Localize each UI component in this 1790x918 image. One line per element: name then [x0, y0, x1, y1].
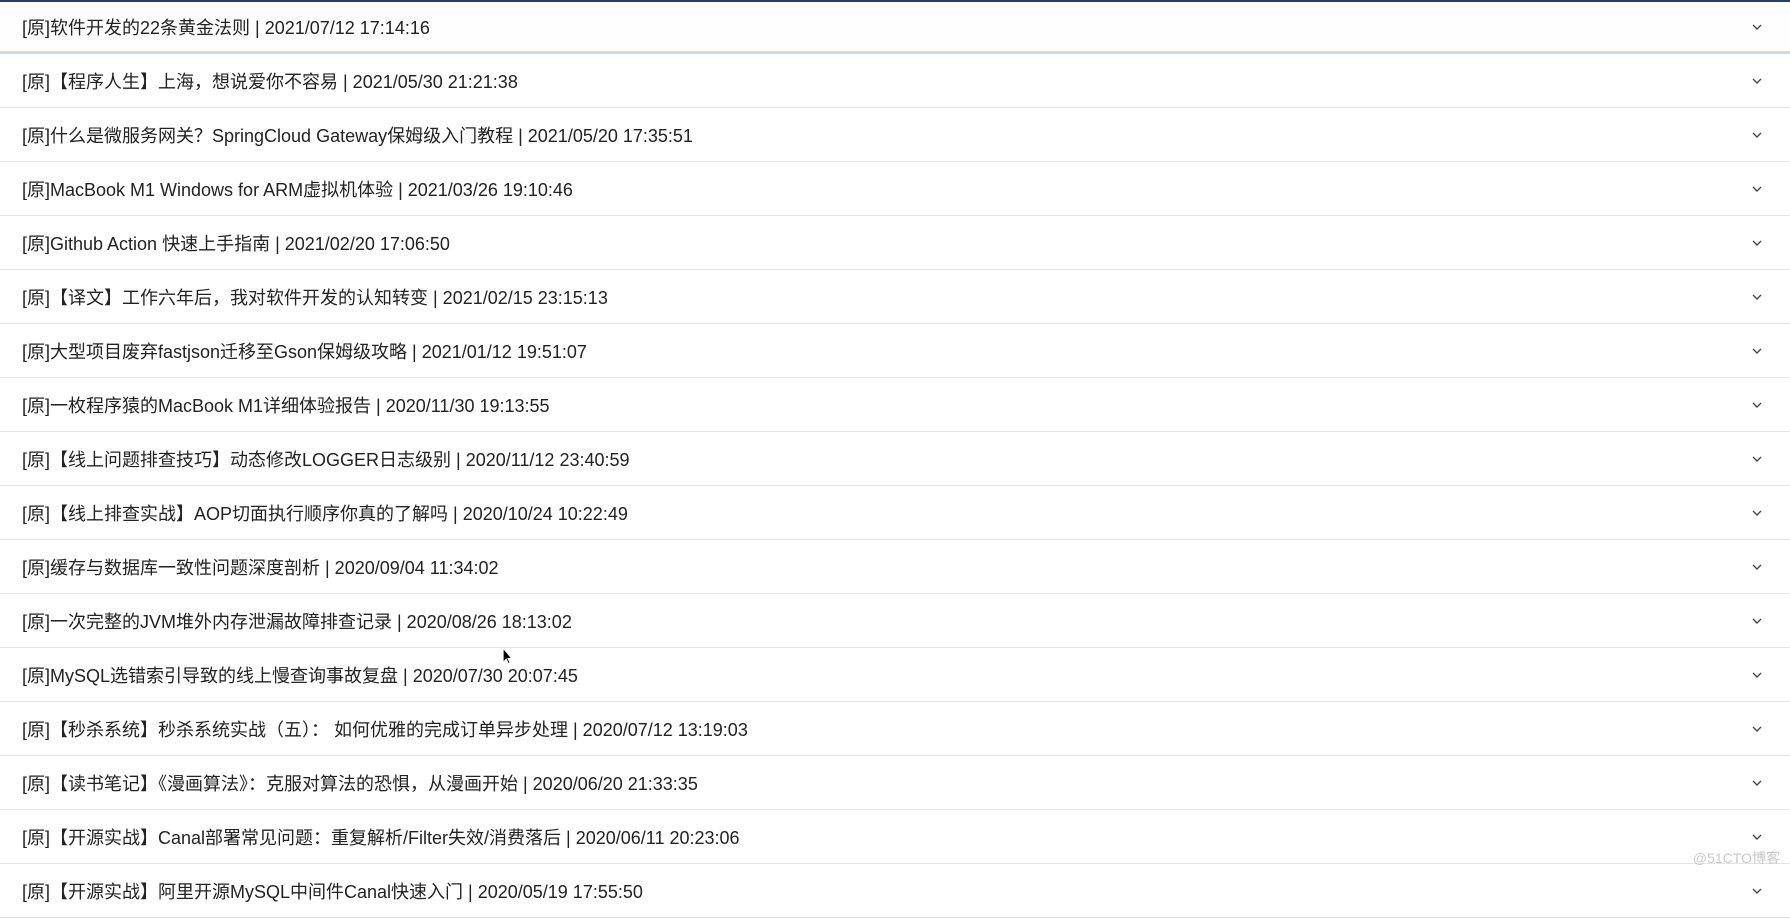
chevron-down-icon[interactable] — [1746, 286, 1768, 308]
article-row[interactable]: [原]【译文】工作六年后，我对软件开发的认知转变 | 2021/02/15 23… — [0, 270, 1790, 324]
chevron-down-icon[interactable] — [1746, 556, 1768, 578]
article-title: [原]缓存与数据库一致性问题深度剖析 | 2020/09/04 11:34:02 — [22, 554, 1746, 580]
article-row[interactable]: [原]【开源实战】Canal部署常见问题：重复解析/Filter失效/消费落后 … — [0, 810, 1790, 864]
chevron-down-icon[interactable] — [1746, 394, 1768, 416]
article-row[interactable]: [原]MacBook M1 Windows for ARM虚拟机体验 | 202… — [0, 162, 1790, 216]
chevron-down-icon[interactable] — [1746, 124, 1768, 146]
watermark-text: @51CTO博客 — [1693, 848, 1780, 868]
article-row[interactable]: [原]Github Action 快速上手指南 | 2021/02/20 17:… — [0, 216, 1790, 270]
chevron-down-icon[interactable] — [1746, 772, 1768, 794]
chevron-down-icon[interactable] — [1746, 502, 1768, 524]
chevron-down-icon[interactable] — [1746, 610, 1768, 632]
chevron-down-icon[interactable] — [1746, 232, 1768, 254]
article-title: [原]【读书笔记】《漫画算法》：克服对算法的恐惧，从漫画开始 | 2020/06… — [22, 770, 1746, 796]
article-title: [原]什么是微服务网关？SpringCloud Gateway保姆级入门教程 |… — [22, 122, 1746, 148]
article-row[interactable]: [原]缓存与数据库一致性问题深度剖析 | 2020/09/04 11:34:02 — [0, 540, 1790, 594]
chevron-down-icon[interactable] — [1746, 340, 1768, 362]
article-title: [原]【程序人生】上海，想说爱你不容易 | 2021/05/30 21:21:3… — [22, 68, 1746, 94]
article-title: [原]【开源实战】Canal部署常见问题：重复解析/Filter失效/消费落后 … — [22, 824, 1746, 850]
article-title: [原]【线上问题排查技巧】动态修改LOGGER日志级别 | 2020/11/12… — [22, 446, 1746, 472]
article-row[interactable]: [原]一次完整的JVM堆外内存泄漏故障排查记录 | 2020/08/26 18:… — [0, 594, 1790, 648]
chevron-down-icon[interactable] — [1746, 826, 1768, 848]
chevron-down-icon[interactable] — [1746, 718, 1768, 740]
article-row[interactable]: [原]【秒杀系统】秒杀系统实战（五）： 如何优雅的完成订单异步处理 | 2020… — [0, 702, 1790, 756]
article-title: [原]Github Action 快速上手指南 | 2021/02/20 17:… — [22, 230, 1746, 256]
article-row[interactable]: [原]MySQL选错索引导致的线上慢查询事故复盘 | 2020/07/30 20… — [0, 648, 1790, 702]
article-title: [原]MySQL选错索引导致的线上慢查询事故复盘 | 2020/07/30 20… — [22, 662, 1746, 688]
chevron-down-icon[interactable] — [1746, 880, 1768, 902]
chevron-down-icon[interactable] — [1746, 70, 1768, 92]
article-row[interactable]: [原]一枚程序猿的MacBook M1详细体验报告 | 2020/11/30 1… — [0, 378, 1790, 432]
article-row[interactable]: [原]【读书笔记】《漫画算法》：克服对算法的恐惧，从漫画开始 | 2020/06… — [0, 756, 1790, 810]
article-row[interactable]: [原]【线上排查实战】AOP切面执行顺序你真的了解吗 | 2020/10/24 … — [0, 486, 1790, 540]
article-title: [原]MacBook M1 Windows for ARM虚拟机体验 | 202… — [22, 176, 1746, 202]
article-list: [原]软件开发的22条黄金法则 | 2021/07/12 17:14:16 [原]… — [0, 0, 1790, 918]
chevron-down-icon[interactable] — [1746, 664, 1768, 686]
chevron-down-icon[interactable] — [1746, 178, 1768, 200]
article-row[interactable]: [原]软件开发的22条黄金法则 | 2021/07/12 17:14:16 — [0, 0, 1790, 54]
article-row[interactable]: [原]什么是微服务网关？SpringCloud Gateway保姆级入门教程 |… — [0, 108, 1790, 162]
article-title: [原]大型项目废弃fastjson迁移至Gson保姆级攻略 | 2021/01/… — [22, 338, 1746, 364]
article-title: [原]【线上排查实战】AOP切面执行顺序你真的了解吗 | 2020/10/24 … — [22, 500, 1746, 526]
article-title: [原]【译文】工作六年后，我对软件开发的认知转变 | 2021/02/15 23… — [22, 284, 1746, 310]
article-title: [原]【开源实战】阿里开源MySQL中间件Canal快速入门 | 2020/05… — [22, 878, 1746, 904]
article-row[interactable]: [原]大型项目废弃fastjson迁移至Gson保姆级攻略 | 2021/01/… — [0, 324, 1790, 378]
article-row[interactable]: [原]【开源实战】阿里开源MySQL中间件Canal快速入门 | 2020/05… — [0, 864, 1790, 918]
article-title: [原]【秒杀系统】秒杀系统实战（五）： 如何优雅的完成订单异步处理 | 2020… — [22, 716, 1746, 742]
article-row[interactable]: [原]【线上问题排查技巧】动态修改LOGGER日志级别 | 2020/11/12… — [0, 432, 1790, 486]
article-title: [原]软件开发的22条黄金法则 | 2021/07/12 17:14:16 — [22, 14, 1746, 40]
article-title: [原]一枚程序猿的MacBook M1详细体验报告 | 2020/11/30 1… — [22, 392, 1746, 418]
chevron-down-icon[interactable] — [1746, 16, 1768, 38]
article-title: [原]一次完整的JVM堆外内存泄漏故障排查记录 | 2020/08/26 18:… — [22, 608, 1746, 634]
chevron-down-icon[interactable] — [1746, 448, 1768, 470]
article-row[interactable]: [原]【程序人生】上海，想说爱你不容易 | 2021/05/30 21:21:3… — [0, 54, 1790, 108]
